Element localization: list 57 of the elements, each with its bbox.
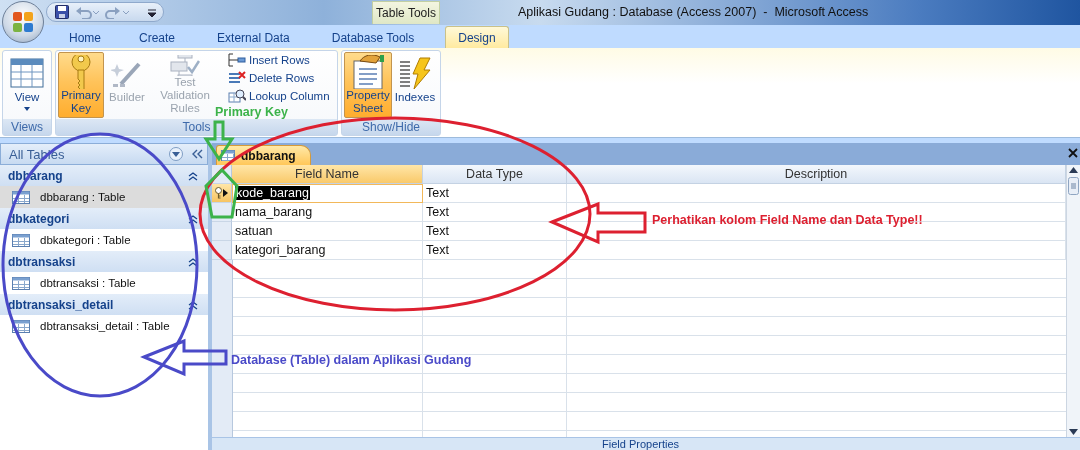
ribbon-tab[interactable]: Create <box>126 27 189 48</box>
window-title: Aplikasi Gudang : Database (Access 2007) - Microsoft Access <box>518 5 869 19</box>
insert-rows-icon <box>228 53 246 67</box>
current-row-arrow-icon <box>223 189 228 197</box>
ribbon-button[interactable]: View <box>5 52 49 118</box>
ribbon-button[interactable]: Delete Rows <box>225 70 333 86</box>
table-icon <box>12 233 30 247</box>
ribbon-tab[interactable]: Database Tools <box>318 27 428 48</box>
dropdown-button[interactable] <box>169 147 183 161</box>
row-selector[interactable] <box>212 184 232 203</box>
column-header: Field Name <box>232 165 423 184</box>
ribbon-button[interactable]: Property Sheet <box>344 52 392 118</box>
callout-text: Database (Table) dalam Aplikasi Gudang <box>231 353 472 367</box>
column-header: Data Type <box>423 165 567 184</box>
lightning-icon <box>398 56 432 90</box>
section-label: Field Properties <box>212 437 1080 450</box>
ribbon-tab[interactable]: External Data <box>204 27 303 48</box>
table-icon <box>12 276 30 290</box>
ribbon-tab[interactable]: Home <box>56 27 114 48</box>
key-icon <box>70 55 92 89</box>
table-icon <box>221 150 235 161</box>
customize-caret-icon <box>148 8 156 18</box>
undo-icon <box>75 5 99 19</box>
office-button[interactable] <box>2 1 44 43</box>
group-header[interactable]: dbtransaksi <box>0 251 208 272</box>
lookup-column-icon <box>228 89 246 103</box>
document-tab[interactable]: dbbarang <box>216 145 311 165</box>
collapse-pane-icon <box>191 149 203 159</box>
navigation-item[interactable]: dbbarang : Table <box>0 186 208 208</box>
scroll-thumb-icon <box>1068 177 1079 195</box>
ribbon-button[interactable]: Lookup Column <box>225 88 333 104</box>
group-label: Tools <box>56 119 337 135</box>
save-icon <box>55 5 69 19</box>
office-logo-icon <box>11 10 35 34</box>
ribbon-button[interactable]: Indexes <box>393 52 437 118</box>
property-sheet-icon <box>350 55 386 89</box>
delete-rows-icon <box>228 71 246 85</box>
group-header[interactable]: dbtransaksi_detail <box>0 294 208 315</box>
callout-text: Perhatikan kolom Field Name dan Data Type!! <box>652 213 923 227</box>
chevron-icon <box>188 213 198 224</box>
table-icon <box>10 58 44 88</box>
chevron-icon <box>188 256 198 267</box>
column-header: Description <box>567 165 1066 184</box>
ribbon-tab[interactable]: Design <box>445 26 509 48</box>
redo-icon <box>105 5 129 19</box>
callout-text: Primary Key <box>215 105 288 119</box>
ribbon-button[interactable]: Insert Rows <box>225 52 333 68</box>
close-icon <box>1068 148 1078 158</box>
scrollbar[interactable] <box>1066 165 1080 437</box>
scroll-down-icon <box>1069 429 1078 435</box>
ribbon-button[interactable]: Primary Key <box>58 52 104 118</box>
chevron-icon <box>188 299 198 310</box>
scroll-up-icon <box>1069 167 1078 173</box>
contextual-tab-label: Table Tools <box>372 1 440 24</box>
caret-icon <box>172 151 180 157</box>
group-label: Views <box>3 119 51 135</box>
chevron-icon <box>188 170 198 181</box>
